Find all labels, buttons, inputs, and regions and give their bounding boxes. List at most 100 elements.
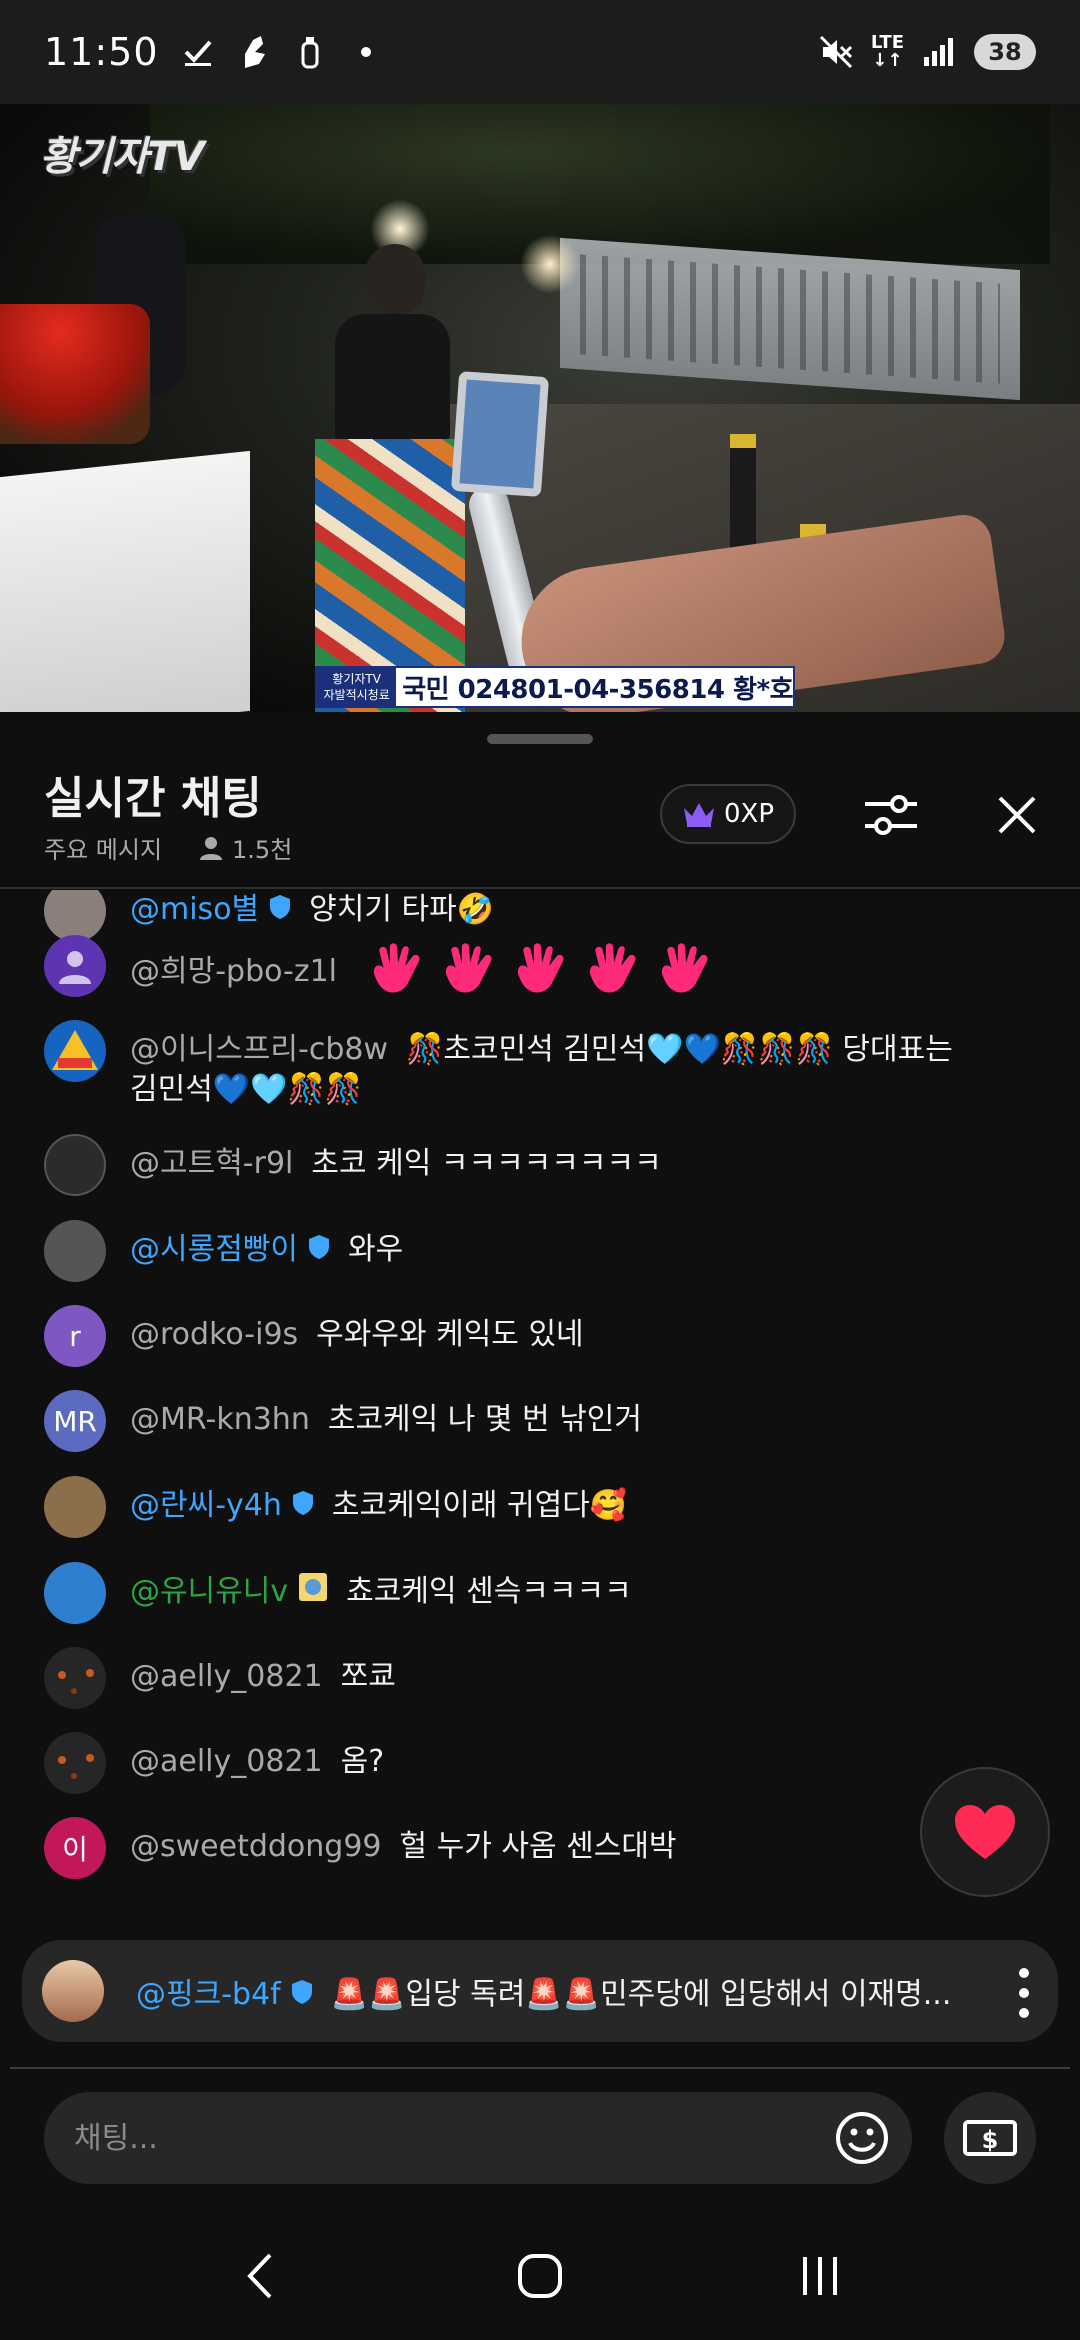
- video-scene-person: [310, 244, 470, 712]
- chat-message: @aelly_0821 쪼쿄: [44, 1647, 1044, 1709]
- message-author[interactable]: @miso별: [130, 892, 259, 927]
- wave-hand-icon: [373, 943, 420, 993]
- super-chat-button[interactable]: $: [944, 2092, 1036, 2184]
- usb-icon: [293, 32, 327, 72]
- message-text-continued: 김민석💙🩵🎊🎊: [130, 1072, 363, 1107]
- status-bar: 11:50 LTE ↓↑ 38: [0, 0, 1080, 104]
- chat-message: @란씨-y4h 초코케익이래 귀엽다🥰: [44, 1476, 1044, 1538]
- default-avatar-icon: [59, 951, 91, 984]
- chat-message: @이니스프리-cb8w 🎊초코민석 김민석🩵💙🎊🎊🎊 당대표는김민석💙🩵🎊🎊: [44, 1020, 1044, 1110]
- mute-icon: [819, 32, 853, 72]
- chat-input[interactable]: [74, 2120, 834, 2156]
- wave-hand-icon: [589, 943, 636, 993]
- message-author[interactable]: @rodko-i9s: [130, 1317, 298, 1352]
- message-text: 쪼쿄: [340, 1659, 396, 1694]
- heart-reaction-button[interactable]: [920, 1767, 1050, 1897]
- message-author[interactable]: @aelly_0821: [130, 1659, 323, 1694]
- pinned-message-text: @핑크-b4f 🚨🚨입당 독려🚨🚨민주당에 입당해서 이재명...: [136, 1969, 956, 2013]
- message-author[interactable]: @핑크-b4f: [136, 1977, 281, 2012]
- message-text: 초코케익이래 귀엽다🥰: [331, 1488, 628, 1523]
- member-badge-icon: [308, 1231, 330, 1271]
- hand-emojis: [365, 943, 725, 993]
- avatar[interactable]: [44, 1020, 106, 1082]
- member-badge-icon: [291, 1978, 313, 2013]
- status-time: 11:50: [44, 30, 159, 74]
- chat-message: @시롱점빵이 와우: [44, 1220, 1044, 1282]
- message-author[interactable]: @MR-kn3hn: [130, 1402, 310, 1437]
- svg-text:$: $: [982, 2126, 999, 2154]
- filter-settings-button[interactable]: [856, 780, 926, 850]
- emoji-icon[interactable]: [832, 2108, 892, 2168]
- signal-icon: [922, 32, 956, 72]
- home-button[interactable]: [495, 2231, 585, 2321]
- pinned-message[interactable]: @핑크-b4f 🚨🚨입당 독려🚨🚨민주당에 입당해서 이재명...: [22, 1940, 1058, 2042]
- video-scene-phone: [450, 371, 550, 497]
- avatar[interactable]: MR: [44, 1390, 106, 1452]
- video-scene-light: [520, 234, 580, 294]
- chat-message: @aelly_0821 옴?: [44, 1732, 1044, 1794]
- wave-hand-icon: [445, 943, 492, 993]
- wave-hand-icon: [661, 943, 708, 993]
- avatar[interactable]: r: [44, 1305, 106, 1367]
- close-icon: [998, 796, 1036, 834]
- message-text: 🎊초코민석 김민석🩵💙🎊🎊🎊 당대표는: [406, 1032, 953, 1067]
- chat-title: 실시간 채팅: [44, 773, 262, 824]
- recents-icon: [803, 2257, 837, 2295]
- wave-hand-icon: [517, 943, 564, 993]
- message-text: 옴?: [340, 1744, 385, 1779]
- system-nav-bar: [0, 2212, 1080, 2340]
- chat-message: 이 @sweetddong99 헐 누가 사옴 센스대박: [44, 1817, 1044, 1879]
- avatar[interactable]: [44, 935, 106, 997]
- banner-account: 국민 024801-04-356814 황*호: [402, 674, 793, 705]
- avatar[interactable]: [42, 1960, 104, 2022]
- back-icon: [247, 2253, 272, 2299]
- video-scene-table: [0, 450, 250, 712]
- gesture-icon: [237, 32, 271, 72]
- avatar[interactable]: [44, 1647, 106, 1709]
- live-chat-panel: 실시간 채팅 주요 메시지 1.5천 0XP @miso별 양치기 타파🤣 @희망…: [0, 712, 1080, 2340]
- close-button[interactable]: [982, 780, 1052, 850]
- avatar[interactable]: [44, 1732, 106, 1794]
- banner-label: 황기자TV 자발적시청료: [317, 668, 397, 706]
- message-author[interactable]: @란씨-y4h: [130, 1488, 282, 1523]
- message-author[interactable]: @고트혁-r9l: [130, 1146, 293, 1181]
- xp-button[interactable]: 0XP: [660, 784, 796, 844]
- message-author[interactable]: @유니유니v: [130, 1574, 288, 1609]
- avatar[interactable]: [44, 1134, 106, 1196]
- chat-message-list[interactable]: @miso별 양치기 타파🤣 @희망-pbo-z1l @이니스프리-cb8w 🎊초코…: [0, 890, 1080, 1890]
- sliders-icon: [865, 795, 917, 835]
- message-author[interactable]: @이니스프리-cb8w: [130, 1032, 388, 1067]
- avatar[interactable]: [44, 1476, 106, 1538]
- message-author[interactable]: @시롱점빵이: [130, 1232, 298, 1267]
- back-button[interactable]: [215, 2231, 305, 2321]
- donation-banner: 황기자TV 자발적시청료 국민 024801-04-356814 황*호: [315, 666, 795, 708]
- message-author[interactable]: @aelly_0821: [130, 1744, 323, 1779]
- dot-icon: [349, 32, 383, 72]
- message-text: 헐 누가 사옴 센스대박: [399, 1829, 677, 1864]
- video-scene-cake: [0, 304, 150, 444]
- message-author[interactable]: @희망-pbo-z1l: [130, 954, 337, 989]
- check-icon: [181, 32, 215, 72]
- chat-mode-label[interactable]: 주요 메시지: [44, 830, 162, 865]
- avatar[interactable]: [44, 1220, 106, 1282]
- chat-message: MR @MR-kn3hn 초코케익 나 몇 번 낚인거: [44, 1390, 1044, 1452]
- avatar[interactable]: [44, 1562, 106, 1624]
- message-text: 쵸코케익 센슥ㅋㅋㅋㅋ: [346, 1574, 632, 1609]
- member-badge-icon: [269, 891, 291, 931]
- chat-message: @희망-pbo-z1l: [44, 935, 1044, 1003]
- chat-subtitle-row: 주요 메시지 1.5천: [44, 830, 292, 865]
- chat-message: r @rodko-i9s 우와우와 케익도 있네: [44, 1305, 1044, 1367]
- avatar[interactable]: 이: [44, 1817, 106, 1879]
- dollar-bill-icon: $: [963, 2120, 1017, 2156]
- message-text: 와우: [348, 1232, 404, 1267]
- battery-icon: 38: [974, 34, 1036, 70]
- recents-button[interactable]: [775, 2231, 865, 2321]
- more-options-icon[interactable]: [1014, 1968, 1034, 2018]
- notification-icons: [181, 32, 383, 72]
- drag-handle[interactable]: [487, 734, 593, 744]
- chat-message: @고트혁-r9l 초코 케익 ㅋㅋㅋㅋㅋㅋㅋㅋ: [44, 1134, 1044, 1196]
- channel-logo: 황기자TV: [40, 134, 205, 180]
- message-author[interactable]: @sweetddong99: [130, 1829, 382, 1864]
- lte-icon: LTE ↓↑: [870, 32, 904, 71]
- video-player[interactable]: 황기자TV 황기자TV 자발적시청료 국민 024801-04-356814 황…: [0, 104, 1080, 712]
